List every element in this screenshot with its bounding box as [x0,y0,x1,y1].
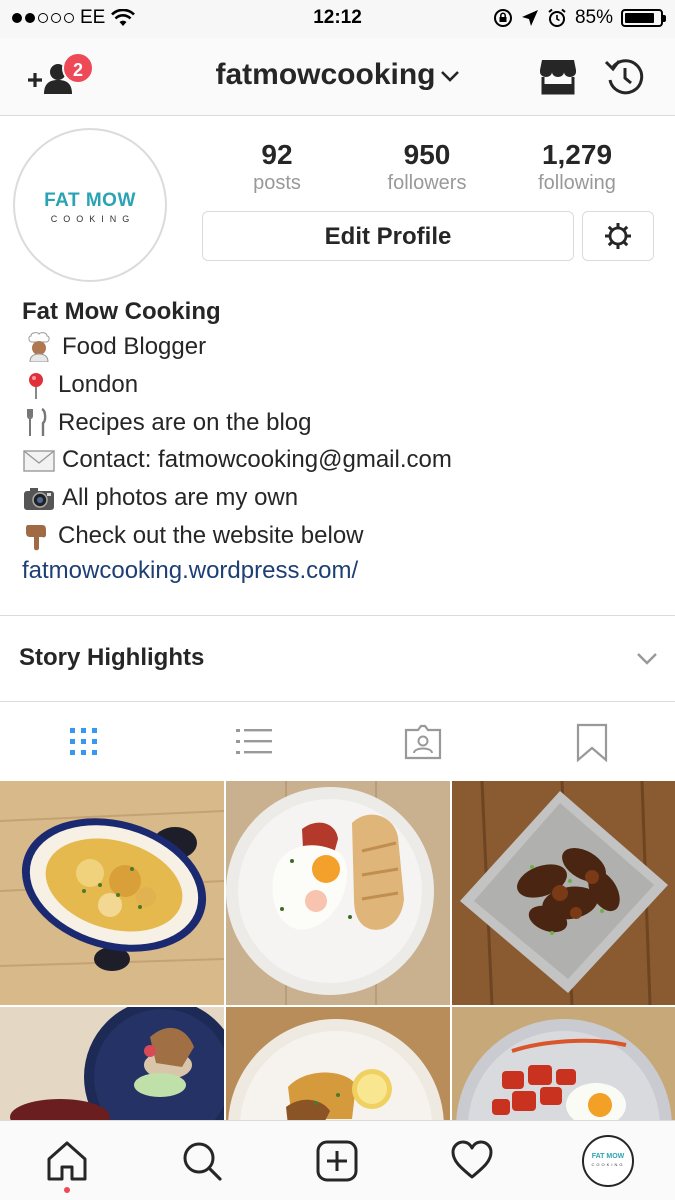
post-thumbnail[interactable] [226,781,450,1005]
bio-line: All photos are my own [22,479,662,517]
bio-line-text: Check out the website below [58,521,364,549]
post-thumbnail[interactable] [452,781,675,1005]
tab-avatar-logo-sub: COOKING [591,1162,625,1167]
username-title: fatmowcooking [215,58,436,91]
website-link[interactable]: fatmowcooking.wordpress.com/ [22,555,662,587]
camera-icon [22,483,56,513]
settings-button[interactable] [582,211,654,261]
story-highlights-section[interactable]: Story Highlights [0,616,675,701]
tab-avatar-logo-main: FAT MOW [591,1153,625,1160]
edit-profile-button[interactable]: Edit Profile [202,211,574,261]
bio-line: London [22,366,662,404]
bio-line-text: Recipes are on the blog [58,408,312,436]
bio-line: Recipes are on the blog [22,404,662,442]
battery-percent: 85% [574,7,613,28]
rotation-lock-icon [493,9,512,27]
bio-line: Contact: fatmowcooking@gmail.com [22,441,662,479]
bottom-tab-bar: FAT MOW COOKING [0,1120,675,1200]
home-icon[interactable] [45,1139,89,1183]
photo-grid [0,781,675,1121]
alarm-icon [548,8,566,27]
pointing-down-icon [22,521,52,551]
stat-posts-count: 92 [261,139,293,170]
status-icons: 85% [493,7,666,29]
post-thumbnail[interactable] [226,1007,450,1121]
bio-line-text: London [58,370,139,398]
grid-icon[interactable] [64,722,104,762]
stat-followers-count: 950 [403,139,451,170]
location-arrow-icon [521,10,538,26]
post-image [226,781,450,1005]
saved-icon[interactable] [572,722,612,762]
post-thumbnail[interactable] [0,1007,224,1121]
bio-line-text: Food Blogger [62,333,207,360]
story-highlights-title: Story Highlights [19,644,205,671]
profile-tab-avatar[interactable]: FAT MOW COOKING [582,1135,634,1187]
round-pushpin-icon [22,370,52,400]
bio-line-text: All photos are my own [62,484,299,512]
post-image [0,1007,224,1121]
bio-line: Check out the website below [22,517,662,555]
post-thumbnail[interactable] [452,1007,675,1121]
envelope-icon [22,445,56,475]
post-image [452,1007,675,1121]
chef-emoji-icon [22,332,56,363]
stat-followers[interactable]: 950 followers [352,140,502,196]
post-image [452,781,675,1005]
display-name: Fat Mow Cooking [22,298,221,325]
stat-followers-label: followers [387,172,467,194]
add-post-icon[interactable] [315,1139,359,1183]
bio-line-text: Contact: fatmowcooking@gmail.com [62,446,452,474]
gear-icon [605,223,631,249]
fat-mow-logo: FAT MOW COOKING [21,136,159,274]
chevron-down-icon[interactable] [636,652,658,666]
bio-line: Food Blogger [22,328,662,366]
shop-icon[interactable] [539,56,577,96]
post-image [0,781,224,1005]
list-icon[interactable] [234,722,274,762]
fork-knife-icon [22,407,52,437]
logo-sub-text: COOKING [50,214,136,224]
profile-view-tabs [0,701,675,781]
stat-following[interactable]: 1,279 following [502,140,652,196]
battery-icon [621,9,666,27]
search-icon[interactable] [180,1139,224,1183]
stat-following-label: following [538,172,616,194]
post-image [226,1007,450,1121]
stat-following-count: 1,279 [541,139,613,170]
history-icon[interactable] [604,56,646,98]
profile-stats: 92 posts 950 followers 1,279 following [202,140,654,196]
tagged-icon[interactable] [403,722,443,762]
chevron-down-icon [440,71,459,82]
stat-posts-label: posts [253,172,301,194]
logo-main-text: FAT MOW [44,190,136,211]
profile-avatar[interactable]: FAT MOW COOKING [13,128,167,282]
top-nav-bar: 2 fatmowcooking [0,38,675,116]
profile-bio: Fat Mow Cooking Food Blogger London Reci… [22,296,662,587]
stat-posts[interactable]: 92 posts [202,140,352,196]
post-thumbnail[interactable] [0,781,224,1005]
activity-heart-icon[interactable] [450,1139,494,1183]
home-active-indicator [64,1187,70,1193]
status-bar: EE 12:12 85% [0,0,675,38]
